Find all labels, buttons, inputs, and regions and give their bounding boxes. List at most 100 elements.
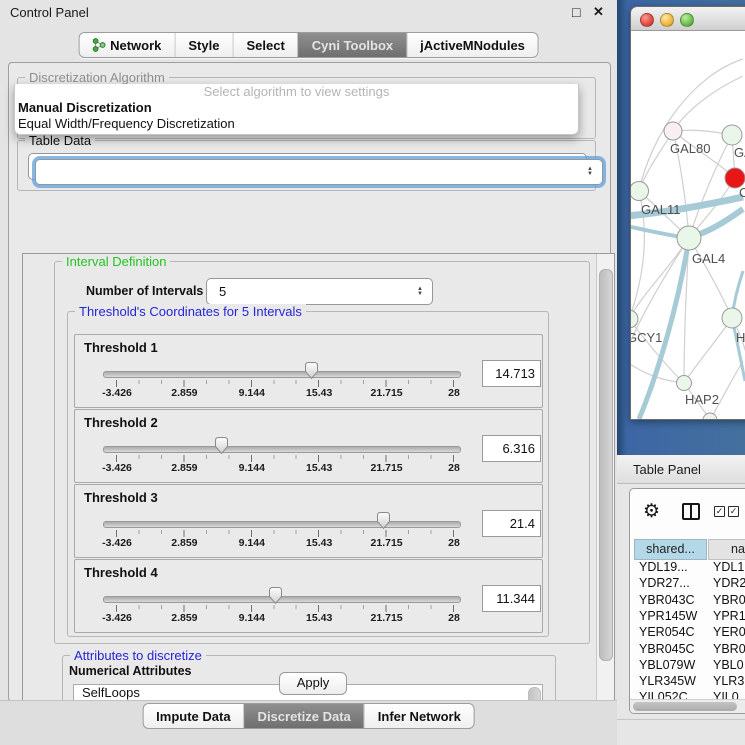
scrollbar-thumb[interactable]	[599, 269, 613, 661]
table-row[interactable]: YBR043CYBR0	[630, 592, 745, 608]
network-node[interactable]	[631, 182, 649, 201]
slider-major-ticks	[116, 455, 455, 462]
network-node[interactable]	[664, 122, 682, 140]
table-row[interactable]: YPR145WYPR1	[630, 608, 745, 624]
table-panel: Table Panel ⚙ ✓ ✓ shared...naYDL19...YDL…	[617, 455, 745, 745]
threshold-value-field[interactable]: 11.344	[482, 585, 541, 612]
slider-tick-label: 15.43	[306, 387, 332, 399]
network-icon	[92, 38, 105, 52]
tab-style[interactable]: Style	[174, 33, 232, 57]
table-cell: YBL0	[713, 657, 745, 673]
checkbox-icon[interactable]: ✓	[714, 506, 725, 517]
table-row[interactable]: YER054CYER0	[630, 624, 745, 640]
table-horizontal-scrollbar[interactable]	[630, 699, 745, 714]
node-table: ⚙ ✓ ✓ shared...naYDL19...YDL1YDR27...YDR…	[629, 488, 745, 714]
combo-stepper-icon: ▲▼	[412, 287, 428, 297]
network-edge[interactable]	[673, 76, 743, 131]
network-node[interactable]	[722, 125, 742, 145]
slider-tick-label: 9.144	[239, 537, 265, 549]
algorithm-option[interactable]: Equal Width/Frequency Discretization	[15, 116, 578, 132]
apply-button[interactable]: Apply	[279, 672, 347, 695]
tab-network[interactable]: Network	[79, 33, 174, 57]
table-row[interactable]: YBR045CYBR0	[630, 641, 745, 657]
columns-icon[interactable]	[682, 503, 700, 520]
tab-discretize-data[interactable]: Discretize Data	[244, 704, 364, 728]
table-cell: YBR0	[713, 641, 745, 657]
network-edge[interactable]	[639, 131, 673, 191]
algorithm-combobox[interactable]: ▲▼	[35, 159, 603, 185]
slider-tick-label: -3.426	[102, 537, 132, 549]
network-node-label: GAL4	[692, 251, 725, 266]
slider-tick-label: 21.715	[371, 462, 403, 474]
network-node[interactable]	[677, 376, 692, 391]
number-of-intervals-label: Number of Intervals	[86, 284, 203, 298]
checkbox-icon[interactable]: ✓	[728, 506, 739, 517]
slider-major-ticks	[116, 380, 455, 387]
panel-divider	[617, 719, 745, 720]
float-window-icon[interactable]: □	[572, 4, 580, 20]
number-of-intervals-combobox[interactable]: 5 ▲▼	[206, 278, 433, 305]
network-node[interactable]	[703, 413, 717, 419]
threshold-panel: Threshold 3-3.4262.8599.14415.4321.71528…	[74, 484, 543, 558]
network-node[interactable]	[677, 226, 701, 250]
table-row[interactable]: YDL19...YDL1	[630, 559, 745, 575]
close-window-icon[interactable]: ✕	[593, 4, 604, 20]
slider-tick-label: 28	[448, 387, 460, 399]
gear-icon[interactable]: ⚙	[643, 500, 660, 523]
scrollbar-thumb[interactable]	[633, 702, 737, 711]
tab-cyni-toolbox[interactable]: Cyni Toolbox	[298, 33, 406, 57]
threshold-value-field[interactable]: 21.4	[482, 510, 541, 537]
threshold-label: Threshold 2	[84, 415, 158, 430]
network-edge[interactable]	[710, 361, 743, 419]
network-edge-highlighted[interactable]	[639, 238, 689, 419]
threshold-slider-thumb[interactable]	[304, 361, 319, 380]
tab-jactivemnodules[interactable]: jActiveMNodules	[406, 33, 538, 57]
slider-tick-label: -3.426	[102, 612, 132, 624]
zoom-traffic-light-icon[interactable]	[680, 13, 694, 27]
table-row[interactable]: YLR345WYLR3	[630, 673, 745, 689]
tab-label: jActiveMNodules	[420, 38, 525, 53]
threshold-value-field[interactable]: 6.316	[482, 435, 541, 462]
table-row[interactable]: YDR27...YDR2	[630, 575, 745, 591]
slider-tick-label: -3.426	[102, 387, 132, 399]
network-node[interactable]	[722, 308, 742, 328]
algorithm-option[interactable]: Manual Discretization	[15, 100, 578, 116]
table-data-group-title: Table Data	[25, 133, 95, 148]
thresholds-group: Threshold's Coordinates for 5 Intervals …	[67, 311, 549, 637]
slider-tick-label: 21.715	[371, 537, 403, 549]
network-node[interactable]	[631, 310, 638, 328]
control-panel-titlebar: Control Panel □ ✕	[0, 0, 617, 26]
threshold-slider-track[interactable]	[103, 446, 461, 453]
network-window-frame: GAL80GACGAL11GAL4GCY1HHAP2	[617, 0, 745, 455]
table-row[interactable]: YBL079WYBL0	[630, 657, 745, 673]
close-traffic-light-icon[interactable]	[640, 13, 654, 27]
numerical-attributes-label: Numerical Attributes	[69, 664, 191, 678]
threshold-slider-thumb[interactable]	[376, 511, 391, 530]
network-graph: GAL80GACGAL11GAL4GCY1HHAP2	[631, 31, 745, 419]
threshold-slider-thumb[interactable]	[268, 586, 283, 605]
threshold-value-field[interactable]: 14.713	[482, 360, 541, 387]
settings-vertical-scrollbar[interactable]	[596, 254, 614, 731]
table-cell: YER054C	[639, 624, 707, 640]
control-panel-window: Control Panel □ ✕ NetworkStyleSelectCyni…	[0, 0, 617, 745]
tab-impute-data[interactable]: Impute Data	[143, 704, 243, 728]
table-toolbar: ⚙ ✓ ✓	[630, 489, 745, 537]
table-column-header[interactable]: shared...	[634, 539, 707, 560]
network-canvas[interactable]: GAL80GACGAL11GAL4GCY1HHAP2	[631, 31, 745, 419]
minimize-traffic-light-icon[interactable]	[660, 13, 674, 27]
slider-tick-label: 28	[448, 612, 460, 624]
network-edge[interactable]	[684, 318, 732, 383]
tab-infer-network[interactable]: Infer Network	[364, 704, 474, 728]
slider-tick-label: 2.859	[171, 537, 197, 549]
threshold-slider-track[interactable]	[103, 371, 461, 378]
network-edge[interactable]	[689, 238, 732, 318]
threshold-slider-thumb[interactable]	[214, 436, 229, 455]
table-column-header[interactable]: na	[708, 539, 745, 560]
slider-major-ticks	[116, 530, 455, 537]
tab-select[interactable]: Select	[232, 33, 297, 57]
threshold-slider-track[interactable]	[103, 521, 461, 528]
discretization-algorithm-group-title: Discretization Algorithm	[25, 70, 169, 85]
table-panel-title: Table Panel	[633, 462, 701, 477]
table-cell: YBR043C	[639, 592, 707, 608]
slider-tick-label: -3.426	[102, 462, 132, 474]
